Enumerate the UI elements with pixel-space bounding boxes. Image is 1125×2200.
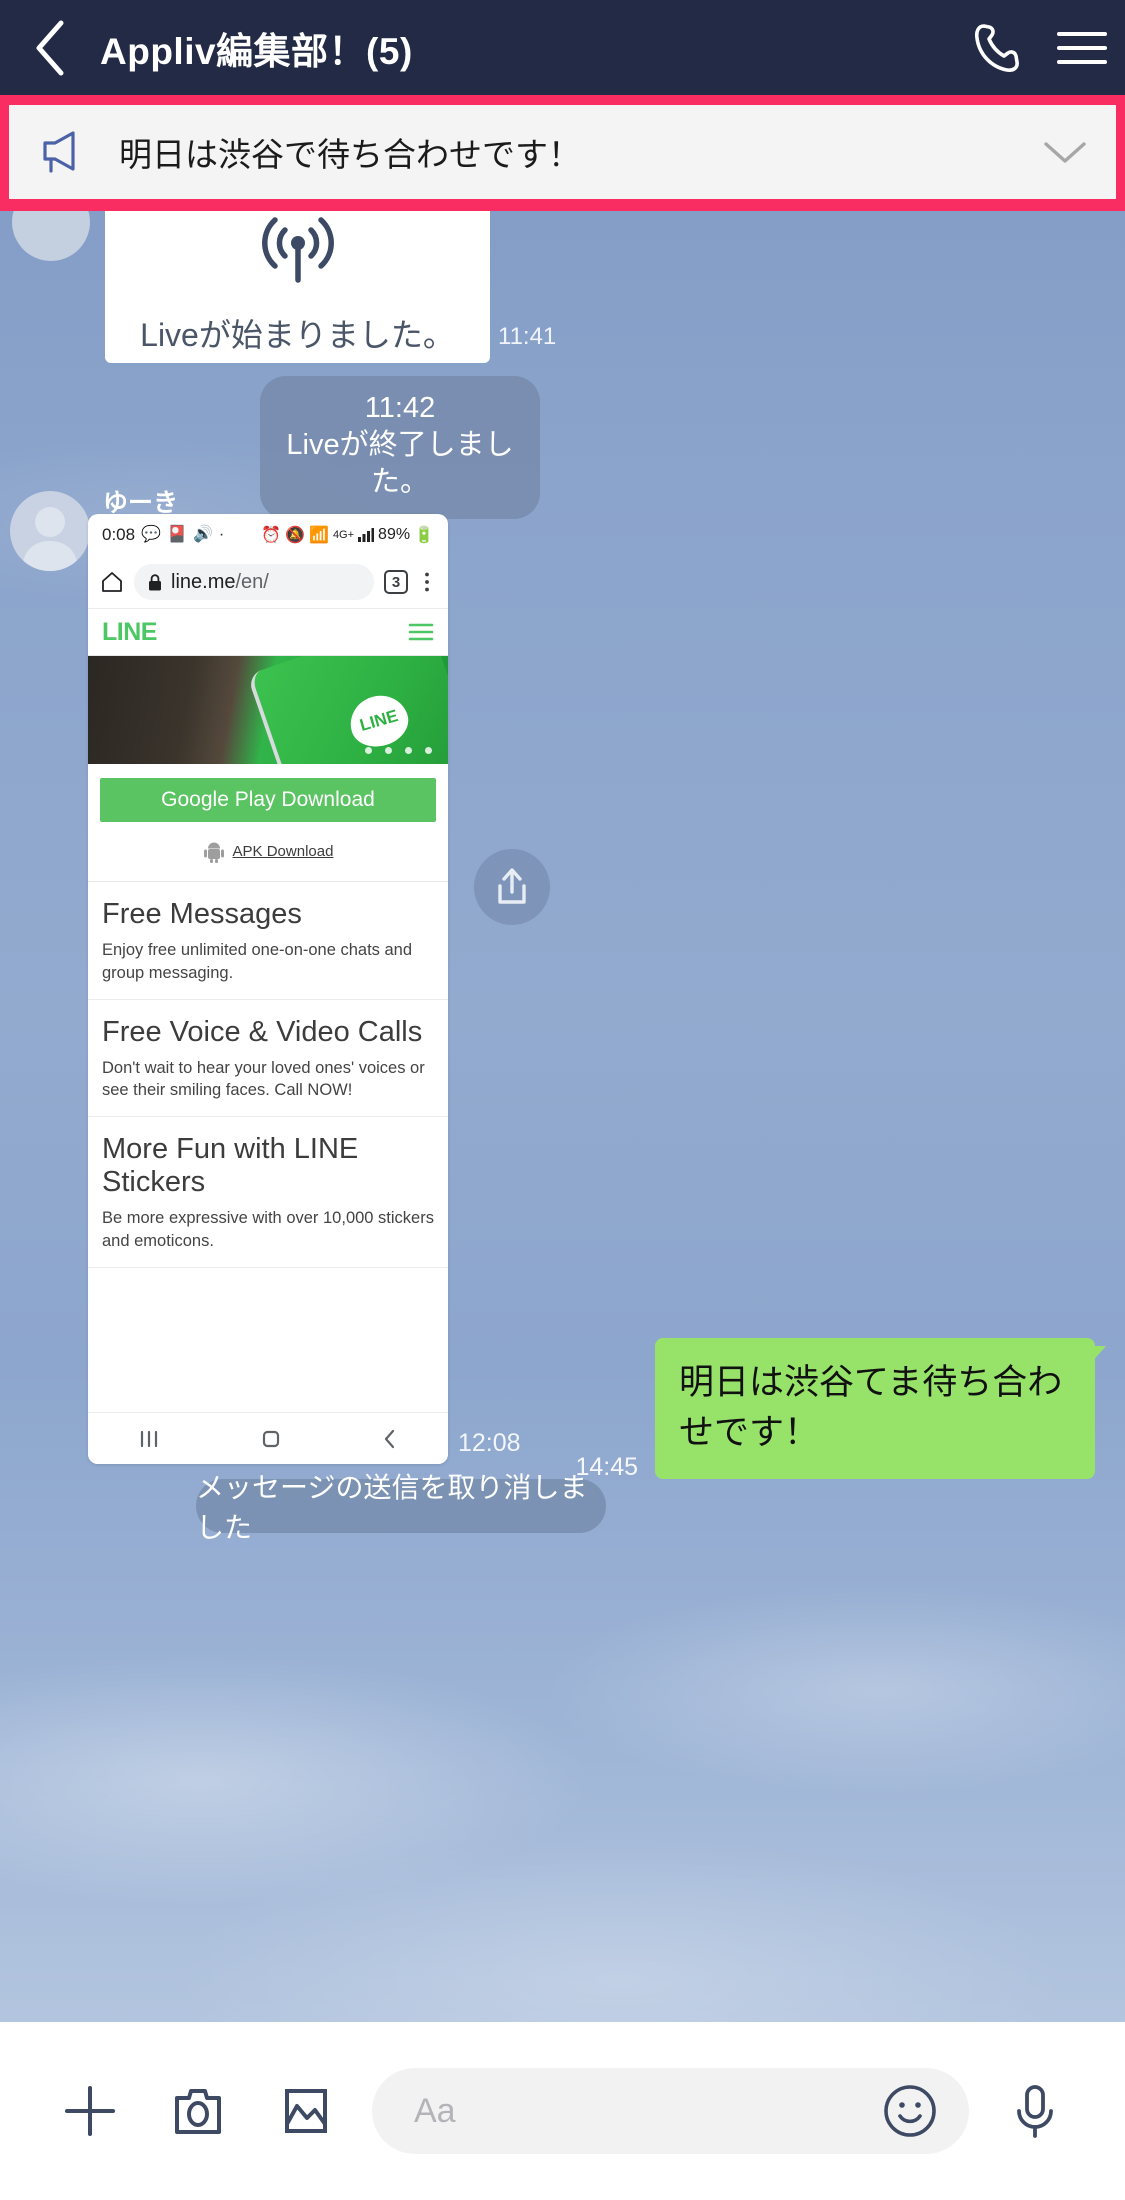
outgoing-message-text: 明日は渋谷てま待ち合わせです！ — [679, 1363, 1063, 1452]
google-play-download-button: Google Play Download — [100, 778, 436, 822]
image-attachment[interactable]: 0:08 💬 🎴 🔊 · ⏰ 🔕 📶 4G+ 89% 🔋 line.me/en/… — [88, 514, 448, 1464]
outgoing-timestamp: 14:45 — [575, 1453, 638, 1481]
composer-toolbar: Aa — [0, 2022, 1125, 2200]
hamburger-menu-icon — [408, 623, 434, 641]
hero-banner: LINE — [88, 656, 448, 764]
microphone-icon — [1017, 2085, 1053, 2138]
live-started-timestamp: 11:41 — [498, 323, 557, 350]
lock-icon — [149, 573, 161, 590]
phone-icon — [974, 23, 1019, 72]
page-title: Appliv編集部！(5) — [100, 30, 413, 72]
avatar[interactable] — [10, 491, 90, 571]
message-input[interactable]: Aa — [372, 2068, 969, 2154]
screenshot-status-bar: 0:08 💬 🎴 🔊 · ⏰ 🔕 📶 4G+ 89% 🔋 — [88, 514, 448, 556]
gallery-button[interactable] — [252, 2080, 360, 2142]
screenshot-browser-bar: line.me/en/ 3 — [88, 556, 448, 608]
nfc-icon: 📶 — [309, 527, 329, 544]
apk-download-link: APK Download — [232, 843, 334, 860]
camera-button[interactable] — [144, 2080, 252, 2142]
url-text: line.me/en/ — [171, 571, 269, 594]
megaphone-icon — [43, 131, 75, 173]
recents-bars-icon — [141, 1430, 158, 1447]
share-upload-icon — [498, 868, 526, 904]
menu-button[interactable] — [1039, 25, 1125, 71]
line-logo: LINE — [102, 617, 157, 646]
live-ended-timestamp: 11:42 — [364, 392, 436, 424]
add-attachment-button[interactable] — [36, 2080, 144, 2142]
voice-message-button[interactable] — [981, 2080, 1089, 2142]
announcement-text: 明日は渋谷で待ち合わせです！ — [119, 136, 581, 173]
section-heading: Free Messages — [102, 898, 302, 930]
live-broadcast-icon — [261, 217, 334, 283]
message-list[interactable]: Liveが始まりました。 11:41 11:42 Liveが終了しました。 ゆー… — [0, 183, 1125, 2022]
dot-icon: · — [218, 526, 225, 543]
url-bar: line.me/en/ — [134, 564, 374, 600]
android-nav-bar — [88, 1412, 448, 1464]
live-started-text: Liveが始まりました。 — [140, 317, 455, 353]
status-time: 0:08 — [102, 525, 136, 544]
section-heading: Free Voice & Video Calls — [102, 1015, 423, 1048]
carousel-dots — [365, 747, 432, 754]
image-gallery-icon — [285, 2089, 327, 2133]
voice-call-button[interactable] — [953, 21, 1039, 75]
site-section: Free Messages Enjoy free unlimited one-o… — [88, 882, 448, 1000]
message-input-placeholder: Aa — [414, 2091, 456, 2130]
person-placeholder-icon — [22, 507, 78, 571]
camera-icon — [175, 2089, 221, 2134]
cast-icon: 🔊 — [192, 526, 213, 543]
section-body: Don't wait to hear your loved ones' voic… — [102, 1058, 425, 1100]
line-app-icon: 💬 — [141, 526, 162, 543]
home-icon — [102, 572, 122, 592]
unsent-notice-text: メッセージの送信を取り消しました — [196, 1472, 588, 1543]
announcement-inner[interactable]: 明日は渋谷で待ち合わせです！ — [9, 105, 1116, 199]
live-started-card[interactable]: Liveが始まりました。 — [105, 201, 490, 363]
back-button[interactable] — [0, 18, 100, 78]
battery-percent: 89% — [378, 526, 411, 543]
home-square-icon — [262, 1430, 280, 1447]
anime-app-icon: 🎴 — [167, 526, 187, 543]
apk-download-row: APK Download — [88, 822, 448, 882]
site-section: Free Voice & Video Calls Don't wait to h… — [88, 1000, 448, 1118]
outgoing-message-bubble[interactable]: 明日は渋谷てま待ち合わせです！ — [655, 1338, 1106, 1480]
share-button[interactable] — [474, 849, 550, 925]
site-section: More Fun with LINE Stickers Be more expr… — [88, 1117, 448, 1268]
unsent-notice: メッセージの送信を取り消しました — [196, 1472, 606, 1543]
live-ended-text: Liveが終了しました。 — [286, 429, 514, 499]
attachment-timestamp: 12:08 — [458, 1429, 521, 1457]
android-robot-icon — [203, 842, 224, 863]
announcement-banner[interactable]: 明日は渋谷で待ち合わせです！ — [0, 95, 1125, 211]
live-ended-bubble: 11:42 Liveが終了しました。 — [260, 376, 540, 520]
alarm-icon: ⏰ — [261, 527, 282, 544]
tab-count-badge: 3 — [384, 570, 408, 594]
chevron-down-icon[interactable] — [1040, 137, 1090, 167]
section-body: Enjoy free unlimited one-on-one chats an… — [102, 941, 413, 982]
signal-bars-icon — [358, 528, 375, 542]
section-heading: More Fun with LINE Stickers — [102, 1133, 359, 1199]
site-header: LINE — [88, 608, 448, 656]
hamburger-menu-icon — [1057, 31, 1107, 64]
plus-icon — [65, 2086, 115, 2136]
chat-header: Appliv編集部！(5) — [0, 0, 1125, 95]
url-path: /en/ — [235, 570, 269, 593]
back-chevron-icon — [384, 1429, 394, 1448]
url-domain: line.me — [171, 570, 236, 593]
smiley-face-icon[interactable] — [879, 2080, 941, 2142]
mute-icon: 🔕 — [285, 527, 306, 544]
battery-charging-icon: 🔋 — [414, 527, 434, 544]
network-type: 4G+ — [332, 529, 355, 541]
section-body: Be more expressive with over 10,000 stic… — [102, 1209, 434, 1250]
three-dot-menu-icon — [425, 572, 429, 592]
chevron-left-icon — [36, 20, 64, 75]
